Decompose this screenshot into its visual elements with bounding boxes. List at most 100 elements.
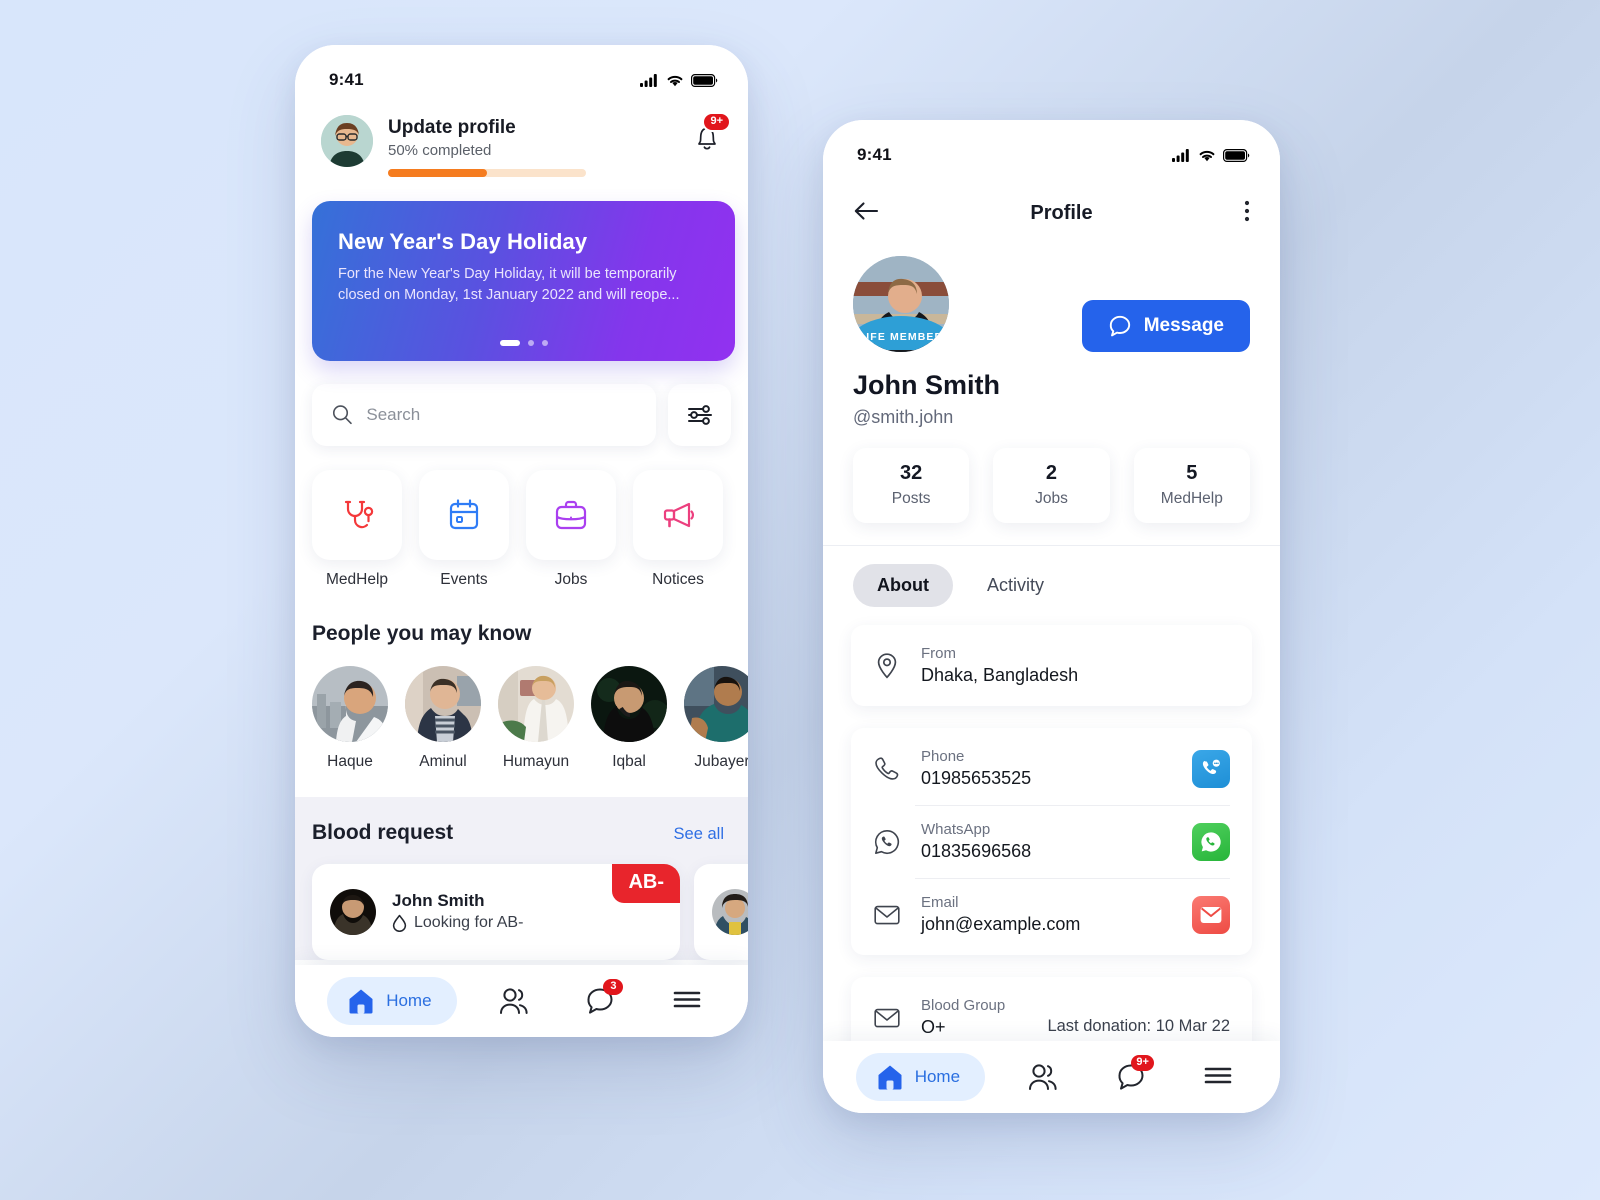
info-label-blood-group: Blood Group xyxy=(921,997,1006,1014)
banner-dot-1[interactable] xyxy=(499,339,520,346)
category-jobs[interactable]: Jobs xyxy=(526,469,616,589)
blood-section-title: Blood request xyxy=(312,820,454,844)
calendar-icon xyxy=(449,499,479,529)
list-item[interactable]: Iqbal xyxy=(591,665,667,771)
avatar[interactable] xyxy=(684,665,748,742)
last-donation-text: Last donation: 10 Mar 22 xyxy=(1047,1017,1230,1035)
list-item[interactable]: Aminul xyxy=(405,665,481,771)
stethoscope-icon xyxy=(344,500,374,529)
list-item[interactable]: Haque xyxy=(312,665,388,771)
nav-item-people[interactable] xyxy=(485,977,543,1025)
nav-item-chat[interactable]: 9+ xyxy=(1102,1053,1160,1101)
kebab-menu-icon xyxy=(1244,200,1250,221)
see-all-link[interactable]: See all xyxy=(674,825,724,844)
info-row-from[interactable]: From Dhaka, Bangladesh xyxy=(851,629,1252,702)
battery-icon xyxy=(691,73,718,87)
info-value-from: Dhaka, Bangladesh xyxy=(921,665,1079,685)
status-bar: 9:41 xyxy=(295,45,748,103)
category-events[interactable]: Events xyxy=(419,469,509,589)
info-card-blood-group: Blood Group O+ Last donation: 10 Mar 22 xyxy=(851,977,1252,1041)
blood-request-card[interactable]: John Smith Looking for AB- AB- xyxy=(312,863,680,960)
nav-item-menu[interactable] xyxy=(1189,1053,1247,1101)
search-input[interactable] xyxy=(366,404,636,425)
stat-posts[interactable]: 32 Posts xyxy=(853,448,970,523)
nav-item-menu[interactable] xyxy=(658,977,716,1025)
home-icon xyxy=(349,989,373,1014)
mail-icon[interactable] xyxy=(1192,895,1230,934)
avatar[interactable] xyxy=(498,665,574,742)
stat-medhelp[interactable]: 5 MedHelp xyxy=(1133,448,1250,523)
viber-icon[interactable] xyxy=(1192,749,1230,788)
more-options-button[interactable] xyxy=(1244,199,1250,228)
category-medhelp-label: MedHelp xyxy=(325,570,389,588)
category-medhelp-tile[interactable] xyxy=(312,469,402,560)
avatar[interactable] xyxy=(591,665,667,742)
category-jobs-tile[interactable] xyxy=(526,469,616,560)
tab-about[interactable]: About xyxy=(853,564,953,607)
info-value-email: john@example.com xyxy=(921,914,1081,934)
profile-info-list: From Dhaka, Bangladesh Phone 01985653525… xyxy=(823,607,1280,1041)
info-row-blood-group[interactable]: Blood Group O+ Last donation: 10 Mar 22 xyxy=(851,981,1252,1041)
nav-item-people[interactable] xyxy=(1014,1053,1072,1101)
banner-dot-3[interactable] xyxy=(541,339,548,346)
category-medhelp[interactable]: MedHelp xyxy=(312,469,402,589)
bottom-navigation-bar: Home 3 xyxy=(295,965,748,1037)
search-box[interactable] xyxy=(312,383,656,446)
avatar[interactable] xyxy=(405,665,481,742)
nav-item-home[interactable]: Home xyxy=(855,1053,986,1101)
status-bar-icons xyxy=(1172,148,1250,162)
back-button[interactable] xyxy=(853,200,879,227)
blood-drop-icon xyxy=(392,915,407,933)
whatsapp-outline-icon xyxy=(873,829,901,855)
nav-home-label: Home xyxy=(386,991,432,1010)
notification-badge: 9+ xyxy=(702,112,731,132)
people-icon xyxy=(499,988,528,1014)
filter-button[interactable] xyxy=(668,383,731,446)
category-notices[interactable]: Notices xyxy=(633,469,723,589)
avatar[interactable] xyxy=(312,665,388,742)
info-row-whatsapp[interactable]: WhatsApp 01835696568 xyxy=(851,805,1252,878)
profile-progress-fill xyxy=(388,168,487,177)
blood-request-card-next[interactable] xyxy=(694,863,748,960)
profile-tabs: About Activity xyxy=(823,545,1280,607)
stat-medhelp-value: 5 xyxy=(1186,462,1198,484)
category-jobs-label: Jobs xyxy=(554,570,588,588)
update-profile-banner[interactable]: Update profile 50% completed 9+ xyxy=(295,103,748,177)
promo-banner-card[interactable]: New Year's Day Holiday For the New Year'… xyxy=(312,200,735,361)
category-notices-tile[interactable] xyxy=(633,469,723,560)
avatar xyxy=(330,888,376,935)
status-badge: AB- xyxy=(612,863,680,903)
banner-pagination-dots[interactable] xyxy=(312,339,735,346)
avatar[interactable]: LIFE MEMBER xyxy=(853,256,949,352)
banner-dot-2[interactable] xyxy=(527,339,534,346)
list-item[interactable]: Jubayer xyxy=(684,665,748,771)
search-icon xyxy=(332,405,352,425)
update-profile-subtitle: 50% completed xyxy=(388,141,492,159)
info-row-phone[interactable]: Phone 01985653525 xyxy=(851,732,1252,805)
arrow-left-icon xyxy=(854,201,879,220)
person-name: Haque xyxy=(327,752,373,770)
status-bar-time: 9:41 xyxy=(857,145,892,164)
person-name: Humayun xyxy=(502,752,570,770)
category-events-tile[interactable] xyxy=(419,469,509,560)
person-name: Jubayer xyxy=(694,752,748,770)
user-avatar[interactable] xyxy=(321,115,373,167)
chat-badge: 9+ xyxy=(1131,1055,1154,1071)
people-icon xyxy=(1029,1064,1058,1090)
message-button[interactable]: Message xyxy=(1081,300,1250,352)
nav-item-chat[interactable]: 3 xyxy=(571,977,629,1025)
profile-stats-row: 32 Posts 2 Jobs 5 MedHelp xyxy=(823,428,1280,545)
list-item[interactable]: Humayun xyxy=(498,665,574,771)
nav-item-home[interactable]: Home xyxy=(327,977,457,1025)
location-pin-icon xyxy=(873,652,901,680)
profile-handle: @smith.john xyxy=(853,407,954,427)
search-row xyxy=(295,361,748,446)
info-label-phone: Phone xyxy=(921,748,965,765)
stat-jobs[interactable]: 2 Jobs xyxy=(993,448,1110,523)
notifications-button[interactable]: 9+ xyxy=(692,112,731,158)
tab-activity[interactable]: Activity xyxy=(963,564,1068,607)
info-value-phone: 01985653525 xyxy=(921,768,1032,788)
info-row-email[interactable]: Email john@example.com xyxy=(851,878,1252,951)
status-bar: 9:41 xyxy=(823,120,1280,178)
whatsapp-icon[interactable] xyxy=(1192,822,1230,861)
